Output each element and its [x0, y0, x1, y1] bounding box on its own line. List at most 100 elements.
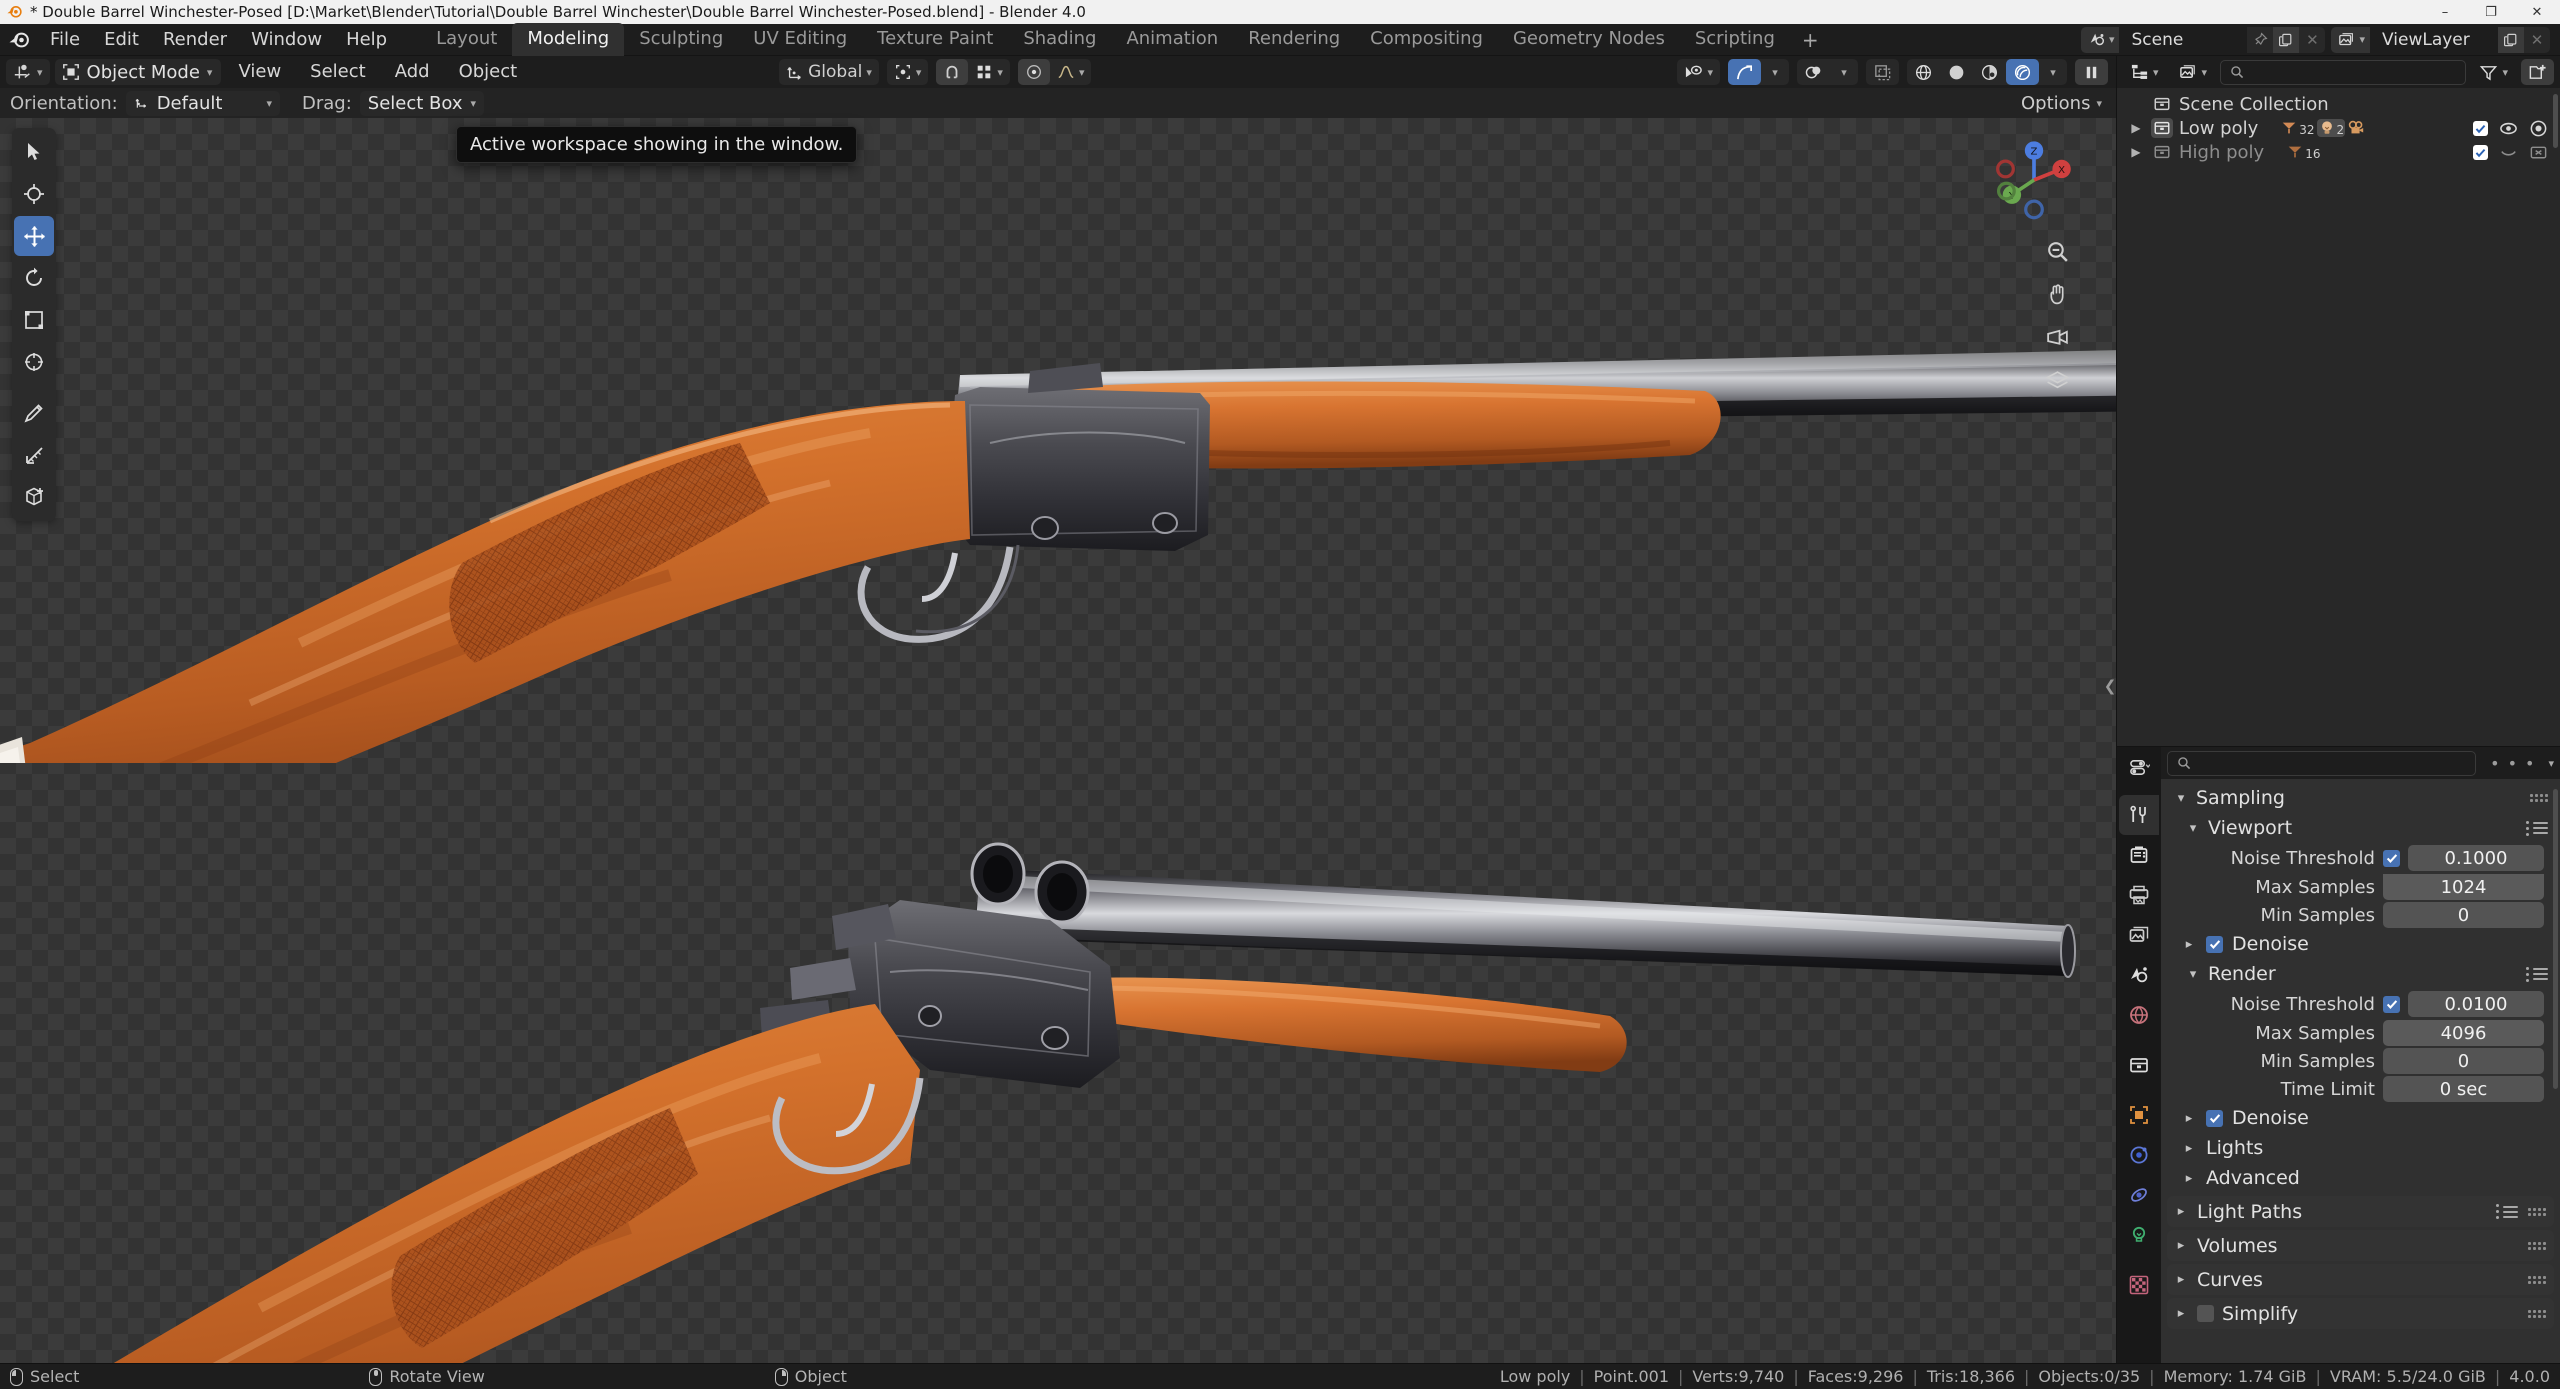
xray-group[interactable] — [1866, 59, 1899, 85]
outliner-row-high-poly[interactable]: ▶ High poly 16 — [2117, 140, 2560, 164]
workspace-tab-uv-editing[interactable]: UV Editing — [738, 23, 862, 56]
outliner-scrollbar[interactable] — [2553, 94, 2558, 148]
viewport-menu-select[interactable]: Select — [298, 59, 378, 85]
shading-modes-group[interactable]: ▾ — [1907, 59, 2067, 85]
chevron-down-icon[interactable]: ▾ — [2548, 757, 2554, 770]
visibility-group[interactable]: ▾ — [1677, 59, 1720, 85]
outliner-search-input[interactable] — [2220, 59, 2467, 85]
pan-hand-icon[interactable] — [2042, 279, 2072, 309]
move-tool-icon[interactable] — [14, 216, 54, 256]
proportional-edit-group[interactable]: ▾ — [1017, 59, 1092, 85]
wireframe-shading-icon[interactable] — [1907, 59, 1940, 85]
workspace-tab-geometry-nodes[interactable]: Geometry Nodes — [1498, 23, 1680, 56]
workspace-tab-animation[interactable]: Animation — [1111, 23, 1233, 56]
shading-options-icon[interactable]: ▾ — [2039, 59, 2067, 85]
field-viewport-max-samples[interactable]: 1024 — [2383, 874, 2544, 900]
row-advanced[interactable]: ▸ Advanced — [2167, 1163, 2554, 1193]
show-gizmo-icon[interactable] — [1728, 59, 1761, 85]
menu-window[interactable]: Window — [239, 27, 334, 53]
properties-tab-object-data[interactable] — [2119, 1215, 2159, 1255]
disable-in-renders-icon[interactable] — [2529, 143, 2548, 162]
toggle-orthographic-icon[interactable] — [2042, 365, 2072, 395]
workspace-tab-scripting[interactable]: Scripting — [1680, 23, 1790, 56]
properties-content[interactable]: ▾ Sampling ▾ Viewport Noise Threshold 0.… — [2161, 779, 2560, 1363]
properties-scrollbar[interactable] — [2553, 789, 2558, 1089]
properties-tab-texture[interactable] — [2119, 1265, 2159, 1305]
unlink-scene-icon[interactable]: ✕ — [2299, 27, 2325, 53]
show-overlays-icon[interactable] — [1797, 59, 1830, 85]
menu-edit[interactable]: Edit — [92, 27, 151, 53]
properties-editor-type-icon[interactable] — [2119, 749, 2159, 785]
panel-simplify[interactable]: ▸ Simplify — [2167, 1298, 2554, 1329]
remove-viewlayer-icon[interactable]: ✕ — [2524, 27, 2550, 53]
disclosure-icon[interactable] — [2127, 95, 2145, 113]
transform-tool-icon[interactable] — [14, 342, 54, 382]
properties-tab-physics[interactable] — [2119, 1175, 2159, 1215]
snap-magnet-icon[interactable] — [936, 59, 969, 85]
chevron-down-icon[interactable]: ▾ — [2185, 967, 2201, 982]
pivot-point-group[interactable]: ▾ — [886, 59, 929, 85]
checkbox-enabled[interactable] — [2473, 120, 2488, 136]
interaction-mode-selector[interactable]: Object Mode ▾ — [54, 59, 222, 85]
render-preset-menu[interactable] — [2526, 966, 2554, 982]
viewport-canvas[interactable]: Z X Y ❮ — [0, 118, 2116, 1363]
outliner-editor-type-icon[interactable]: ▾ — [2123, 59, 2166, 85]
scale-tool-icon[interactable] — [14, 300, 54, 340]
properties-search-input[interactable] — [2167, 750, 2477, 776]
chevron-right-icon[interactable]: ▸ — [2181, 1141, 2197, 1156]
properties-tab-output[interactable] — [2119, 875, 2159, 915]
checkbox-enabled[interactable] — [2473, 144, 2488, 160]
checkbox-viewport-denoise[interactable] — [2206, 935, 2223, 953]
row-lights[interactable]: ▸ Lights — [2167, 1133, 2554, 1163]
camera-view-icon[interactable] — [2042, 322, 2072, 352]
viewlayer-selector[interactable]: ▾ ViewLayer ✕ — [2331, 26, 2550, 53]
light-paths-tools[interactable] — [2496, 1204, 2546, 1219]
simplify-tools[interactable] — [2528, 1309, 2546, 1318]
falloff-curve-icon[interactable]: ▾ — [1050, 59, 1092, 85]
properties-tab-object[interactable] — [2119, 1095, 2159, 1135]
disclosure-icon[interactable]: ▶ — [2127, 143, 2145, 161]
sidebar-toggle-arrow[interactable]: ❮ — [2103, 666, 2116, 706]
outliner-filter-icon[interactable]: ▾ — [2472, 59, 2515, 85]
outliner-display-mode-icon[interactable]: ▾ — [2172, 59, 2215, 85]
viewport-menu-object[interactable]: Object — [447, 59, 530, 85]
disclosure-icon[interactable]: ▶ — [2127, 119, 2145, 137]
overlay-options-icon[interactable]: ▾ — [1830, 59, 1858, 85]
scene-name[interactable]: Scene — [2119, 26, 2248, 53]
curves-tools[interactable] — [2528, 1275, 2546, 1284]
panel-light-paths[interactable]: ▸ Light Paths — [2167, 1196, 2554, 1227]
overlays-group[interactable]: ▾ — [1797, 59, 1858, 85]
zoom-icon[interactable] — [2042, 236, 2072, 266]
object-visibility-icon[interactable]: ▾ — [1677, 59, 1720, 85]
chevron-right-icon[interactable]: ▸ — [2181, 1111, 2197, 1126]
disable-in-renders-icon[interactable] — [2529, 119, 2548, 138]
drag-dropdown[interactable]: Select Box ▾ — [359, 90, 485, 116]
properties-tab-tool[interactable] — [2119, 795, 2159, 835]
workspace-tab-rendering[interactable]: Rendering — [1233, 23, 1355, 56]
panel-curves[interactable]: ▸ Curves — [2167, 1264, 2554, 1295]
viewport-menu-add[interactable]: Add — [383, 59, 442, 85]
chevron-right-icon[interactable]: ▸ — [2173, 1238, 2189, 1253]
workspace-tab-shading[interactable]: Shading — [1008, 23, 1111, 56]
chevron-right-icon[interactable]: ▸ — [2173, 1306, 2189, 1321]
properties-tab-scene[interactable] — [2119, 955, 2159, 995]
checkbox-viewport-noise-threshold[interactable] — [2383, 849, 2400, 867]
properties-tab-world[interactable] — [2119, 995, 2159, 1035]
pin-scene-icon[interactable] — [2247, 27, 2273, 53]
field-viewport-noise-threshold[interactable]: 0.1000 — [2408, 845, 2544, 871]
maximize-button[interactable]: ❐ — [2468, 0, 2514, 24]
gizmo-group[interactable]: ▾ — [1728, 59, 1789, 85]
new-scene-icon[interactable] — [2273, 26, 2300, 53]
pause-render-icon[interactable] — [2075, 59, 2108, 85]
volumes-tools[interactable] — [2528, 1241, 2546, 1250]
proportional-edit-icon[interactable] — [1017, 59, 1050, 85]
measure-tool-icon[interactable] — [14, 435, 54, 475]
annotate-tool-icon[interactable] — [14, 393, 54, 433]
field-render-time-limit[interactable]: 0 sec — [2383, 1076, 2544, 1102]
scene-selector[interactable]: ▾ Scene ✕ — [2080, 26, 2326, 53]
subpanel-header-render[interactable]: ▾ Render — [2167, 959, 2554, 989]
transform-orientation-selector[interactable]: Global ▾ — [779, 59, 879, 85]
pause-render-group[interactable] — [2075, 59, 2108, 85]
properties-tab-modifiers[interactable] — [2119, 1135, 2159, 1175]
add-workspace-button[interactable]: + — [1790, 24, 1831, 56]
